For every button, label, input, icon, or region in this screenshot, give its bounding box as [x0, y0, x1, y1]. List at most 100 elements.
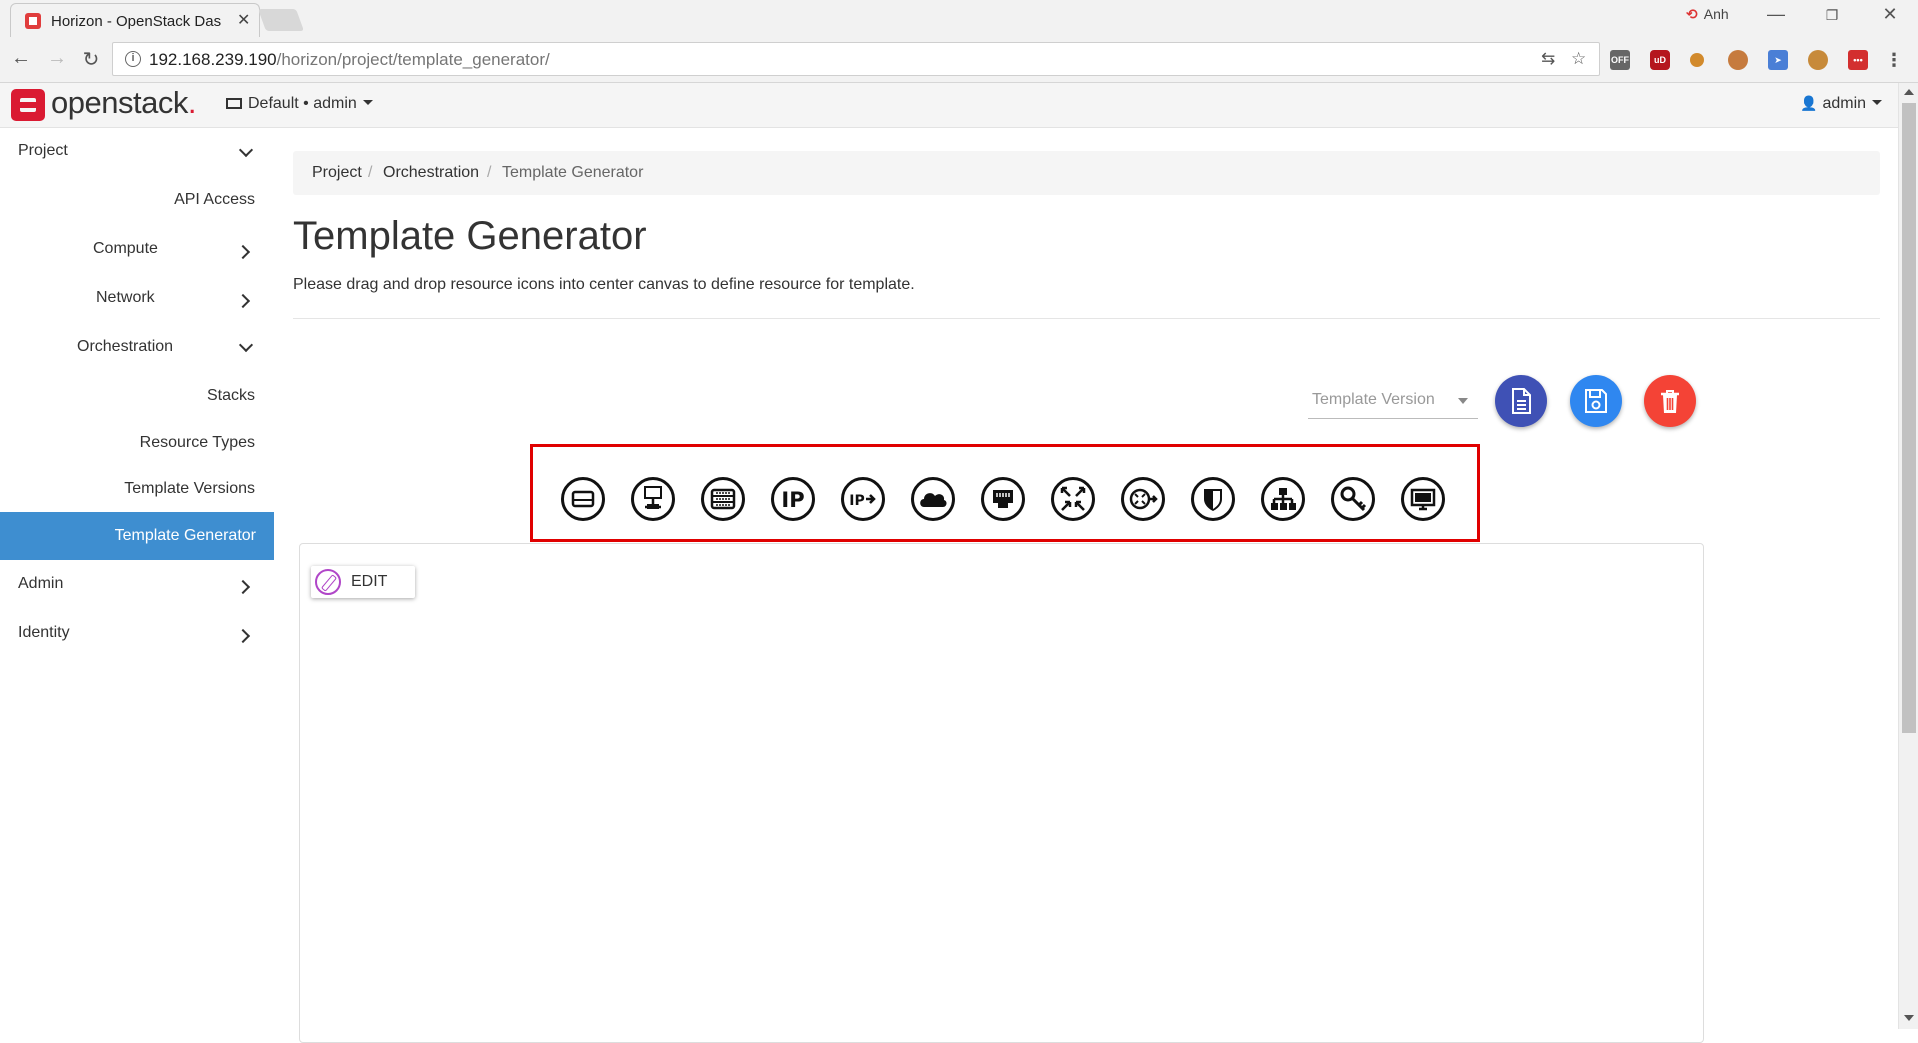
breadcrumb-project[interactable]: Project — [312, 164, 362, 182]
sidebar-item-label: Admin — [18, 575, 64, 592]
network-icon[interactable] — [1261, 477, 1305, 521]
minimize-icon[interactable]: — — [1756, 4, 1796, 25]
site-info-icon[interactable]: i — [125, 51, 141, 67]
breadcrumb-separator: / — [368, 164, 373, 181]
divider — [293, 318, 1880, 319]
scrollbar-thumb[interactable] — [1902, 103, 1916, 733]
cloud-icon[interactable] — [911, 477, 955, 521]
back-icon[interactable]: ← — [8, 47, 34, 70]
page-scrollbar[interactable] — [1898, 83, 1918, 1029]
ublock-icon[interactable]: uD — [1650, 50, 1670, 70]
chevron-right-icon[interactable] — [235, 579, 251, 595]
cookie-icon[interactable] — [1808, 50, 1828, 70]
chevron-right-icon[interactable] — [235, 244, 251, 260]
sidebar-item-identity[interactable]: Identity — [18, 624, 70, 642]
sidebar-item-label: Template Versions — [124, 480, 255, 497]
caret-down-icon — [1872, 100, 1883, 105]
sidebar-item-label: Identity — [18, 624, 70, 641]
document-icon — [1512, 388, 1531, 414]
reload-icon[interactable]: ↻ — [78, 47, 104, 72]
sidebar-item-label: API Access — [174, 191, 255, 208]
template-version-select[interactable]: Template Version — [1308, 383, 1478, 419]
security-group-icon[interactable] — [1191, 477, 1235, 521]
chevron-down-icon[interactable] — [238, 142, 254, 158]
url-text[interactable]: 192.168.239.190/horizon/project/template… — [149, 50, 550, 70]
server-group-icon[interactable] — [701, 477, 745, 521]
monitor-icon[interactable] — [1401, 477, 1445, 521]
sidebar-item-template-versions[interactable]: Template Versions — [124, 480, 255, 498]
openstack-logo-text[interactable]: openstack. — [51, 85, 196, 121]
project-switcher[interactable]: Default • admin — [226, 95, 373, 113]
breadcrumb: Project / Orchestration / Template Gener… — [293, 151, 1880, 195]
server-instance-icon[interactable] — [631, 477, 675, 521]
sidebar-item-label: Resource Types — [139, 434, 255, 451]
new-tab-button[interactable] — [257, 9, 305, 31]
scroll-down-icon[interactable] — [1904, 1015, 1914, 1021]
browser-tab[interactable]: Horizon - OpenStack Das ✕ — [10, 3, 260, 37]
floating-ip-icon[interactable]: IP — [771, 477, 815, 521]
floating-ip-association-icon[interactable]: IP — [841, 477, 885, 521]
save-icon — [1585, 389, 1607, 413]
sidebar-item-stacks[interactable]: Stacks — [207, 387, 255, 405]
profile-name: Anh — [1703, 6, 1729, 22]
extension-orange-icon[interactable] — [1690, 53, 1704, 67]
sidebar-item-label: Template Generator — [114, 527, 256, 544]
browser-profile[interactable]: ⟲ Anh — [1686, 6, 1729, 23]
sidebar-item-resource-types[interactable]: Resource Types — [140, 434, 255, 452]
breadcrumb-orchestration[interactable]: Orchestration — [383, 164, 479, 182]
logo-dot: . — [187, 85, 197, 120]
extension-red-icon[interactable]: ••• — [1848, 50, 1868, 70]
sidebar-item-compute[interactable]: Compute — [93, 240, 158, 258]
trash-icon — [1661, 390, 1679, 413]
view-template-button[interactable] — [1495, 375, 1547, 427]
port-icon[interactable] — [981, 477, 1025, 521]
sidebar-item-project[interactable]: Project — [18, 142, 68, 160]
logo-word: openstack — [51, 85, 188, 120]
sidebar-item-template-generator[interactable]: Template Generator — [115, 527, 256, 545]
breadcrumb-current: Template Generator — [502, 164, 644, 181]
user-menu[interactable]: 👤 admin — [1800, 95, 1883, 113]
chevron-right-icon[interactable] — [235, 293, 251, 309]
translate-icon[interactable]: ⇆ — [1541, 49, 1555, 69]
url-path: /horizon/project/template_generator/ — [276, 50, 550, 69]
extension-monkey-icon[interactable] — [1728, 50, 1748, 70]
router-interface-icon[interactable] — [1121, 477, 1165, 521]
page-title: Template Generator — [293, 214, 647, 258]
project-list-icon — [226, 98, 242, 109]
template-canvas[interactable] — [299, 543, 1704, 1043]
close-window-icon[interactable]: ✕ — [1870, 4, 1910, 25]
address-bar-row: ← → ↻ i 192.168.239.190/horizon/project/… — [0, 37, 1918, 83]
breadcrumb-separator: / — [487, 164, 492, 181]
chevron-right-icon[interactable] — [235, 628, 251, 644]
extension-arrow-icon[interactable]: ➤ — [1768, 50, 1788, 70]
openstack-favicon-icon — [25, 13, 41, 29]
template-version-placeholder: Template Version — [1312, 391, 1435, 408]
clear-canvas-button[interactable] — [1644, 375, 1696, 427]
sidebar-item-label: Network — [96, 289, 155, 306]
extension-off-icon[interactable]: OFF — [1610, 50, 1630, 70]
openstack-logo-icon[interactable] — [11, 89, 45, 121]
save-template-button[interactable] — [1570, 375, 1622, 427]
sidebar-item-label: Orchestration — [77, 338, 174, 355]
scroll-up-icon[interactable] — [1904, 89, 1914, 95]
url-bar[interactable]: i 192.168.239.190/horizon/project/templa… — [112, 42, 1600, 76]
bookmark-star-icon[interactable]: ☆ — [1571, 49, 1586, 69]
sidebar-item-label: Stacks — [206, 387, 255, 404]
restore-icon[interactable]: ❐ — [1812, 7, 1852, 24]
browser-menu-icon[interactable]: ⋮ — [1884, 50, 1904, 70]
forward-icon[interactable]: → — [44, 47, 70, 70]
router-icon[interactable] — [1051, 477, 1095, 521]
sidebar-item-network[interactable]: Network — [96, 289, 155, 307]
close-tab-icon[interactable]: ✕ — [237, 10, 250, 30]
pencil-icon — [315, 569, 341, 595]
caret-down-icon — [1458, 398, 1468, 404]
url-host: 192.168.239.190 — [149, 50, 277, 69]
sidebar-item-admin[interactable]: Admin — [18, 575, 63, 593]
key-pair-icon[interactable] — [1331, 477, 1375, 521]
volume-icon[interactable] — [561, 477, 605, 521]
sidebar-item-orchestration[interactable]: Orchestration — [77, 338, 173, 356]
edit-button[interactable]: EDIT — [311, 566, 415, 598]
chevron-down-icon[interactable] — [238, 337, 254, 353]
sidebar-item-api-access[interactable]: API Access — [174, 191, 255, 209]
sidebar: Project API Access Compute Network Orche… — [0, 128, 274, 1029]
